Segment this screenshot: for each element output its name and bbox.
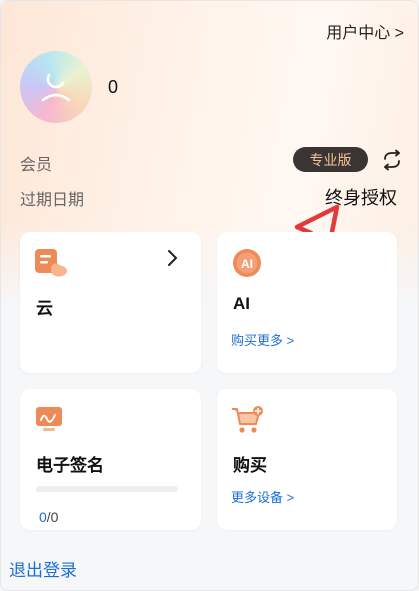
buy-title: 购买 <box>233 456 267 475</box>
tier-badge: 专业版 <box>293 147 368 172</box>
ai-card[interactable]: AI AI 购买更多 > <box>217 232 397 373</box>
logout-link[interactable]: 退出登录 <box>9 556 77 581</box>
username: 0 <box>108 77 119 97</box>
buy-more-link[interactable]: 购买更多 > <box>231 330 294 349</box>
buy-card[interactable]: 购买 更多设备 > <box>217 389 397 530</box>
user-center-link[interactable]: 用户中心 > <box>326 19 404 43</box>
esign-card[interactable]: 电子签名 0/0 <box>20 389 201 530</box>
more-devices-link[interactable]: 更多设备 > <box>231 487 294 506</box>
refresh-icon[interactable] <box>381 149 403 171</box>
esign-used: 0 <box>39 509 47 525</box>
cloud-card[interactable]: 云 <box>20 232 201 373</box>
esign-title: 电子签名 <box>36 456 104 475</box>
cloud-title: 云 <box>36 299 53 318</box>
esign-total: /0 <box>46 509 59 525</box>
expire-label: 过期日期 <box>20 192 85 209</box>
user-panel: 用户中心 > 0 会员 专业版 过期日期 终身授权 云 AI AI 购买更多 >… <box>0 0 419 591</box>
signature-icon <box>36 407 62 431</box>
avatar[interactable] <box>20 51 92 123</box>
ai-title: AI <box>233 294 250 313</box>
cloud-icon <box>35 249 67 277</box>
member-label: 会员 <box>20 157 53 174</box>
ai-icon: AI <box>233 249 261 277</box>
user-center-label: 用户中心 > <box>326 25 404 42</box>
esign-progress-bar <box>36 486 178 492</box>
cart-icon <box>232 406 263 433</box>
user-avatar-icon <box>41 73 71 102</box>
chevron-right-icon[interactable] <box>167 248 179 268</box>
esign-count: 0/0 <box>39 509 58 525</box>
svg-text:AI: AI <box>241 257 253 271</box>
